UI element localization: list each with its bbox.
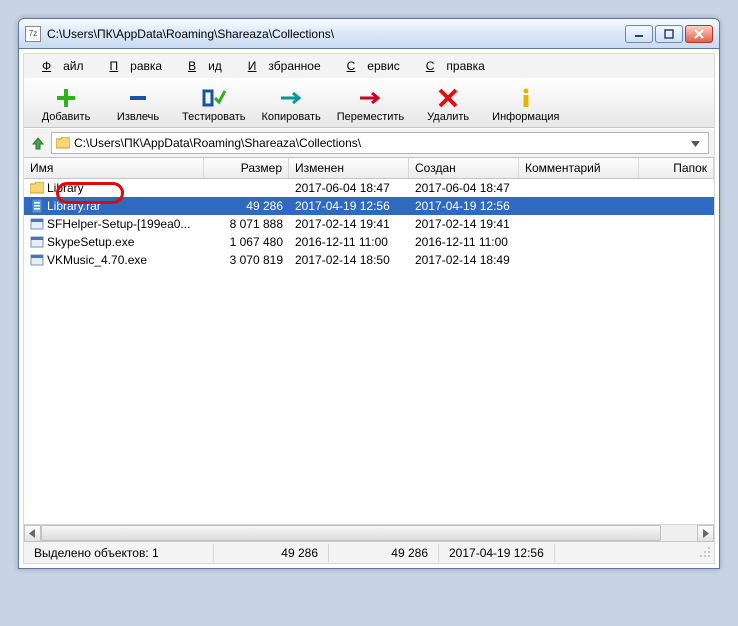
file-name: Library.rar bbox=[47, 199, 101, 213]
delete-button[interactable]: Удалить bbox=[412, 83, 484, 125]
exe-icon bbox=[30, 235, 44, 249]
file-modified: 2017-02-14 19:41 bbox=[289, 216, 409, 232]
titlebar[interactable]: 7z C:\Users\ПК\AppData\Roaming\Shareaza\… bbox=[19, 19, 719, 49]
file-modified: 2017-06-04 18:47 bbox=[289, 180, 409, 196]
scroll-thumb[interactable] bbox=[41, 525, 661, 541]
exe-icon bbox=[30, 253, 44, 267]
copy-icon bbox=[278, 85, 304, 111]
resize-grip-icon[interactable] bbox=[698, 545, 714, 561]
maximize-button[interactable] bbox=[655, 25, 683, 43]
minus-icon bbox=[125, 85, 151, 111]
status-size1: 49 286 bbox=[214, 544, 329, 562]
file-created: 2017-04-19 12:56 bbox=[409, 198, 519, 214]
file-size: 8 071 888 bbox=[204, 216, 289, 232]
move-icon bbox=[357, 85, 383, 111]
col-folders[interactable]: Папок bbox=[639, 158, 714, 178]
close-button[interactable] bbox=[685, 25, 713, 43]
test-label: Тестировать bbox=[182, 111, 246, 123]
file-name: SkypeSetup.exe bbox=[47, 235, 134, 249]
toolbar: Добавить Извлечь Тестировать Копировать … bbox=[24, 78, 714, 128]
file-row[interactable]: SkypeSetup.exe1 067 4802016-12-11 11:002… bbox=[24, 233, 714, 251]
scroll-left-button[interactable] bbox=[24, 525, 41, 542]
file-row[interactable]: Library.rar49 2862017-04-19 12:562017-04… bbox=[24, 197, 714, 215]
file-created: 2017-02-14 18:49 bbox=[409, 252, 519, 268]
info-button[interactable]: Информация bbox=[484, 83, 567, 125]
file-size: 1 067 480 bbox=[204, 234, 289, 250]
extract-button[interactable]: Извлечь bbox=[102, 83, 174, 125]
statusbar: Выделено объектов: 1 49 286 49 286 2017-… bbox=[24, 541, 714, 563]
file-modified: 2016-12-11 11:00 bbox=[289, 234, 409, 250]
add-label: Добавить bbox=[42, 111, 91, 123]
copy-button[interactable]: Копировать bbox=[254, 83, 329, 125]
file-row[interactable]: VKMusic_4.70.exe 3 070 8192017-02-14 18:5… bbox=[24, 251, 714, 269]
move-button[interactable]: Переместить bbox=[329, 83, 412, 125]
menu-file[interactable]: Файл bbox=[30, 57, 96, 75]
file-created: 2017-02-14 19:41 bbox=[409, 216, 519, 232]
copy-label: Копировать bbox=[262, 111, 321, 123]
file-name: SFHelper-Setup-[199ea0... bbox=[47, 217, 190, 231]
status-selection: Выделено объектов: 1 bbox=[24, 544, 214, 562]
menu-tools[interactable]: Сервис bbox=[335, 57, 412, 75]
file-row[interactable]: SFHelper-Setup-[199ea0...8 071 8882017-0… bbox=[24, 215, 714, 233]
file-created: 2017-06-04 18:47 bbox=[409, 180, 519, 196]
col-comment[interactable]: Комментарий bbox=[519, 158, 639, 178]
path-text: C:\Users\ПК\AppData\Roaming\Shareaza\Col… bbox=[74, 136, 361, 150]
col-created[interactable]: Создан bbox=[409, 158, 519, 178]
file-row[interactable]: Library 2017-06-04 18:472017-06-04 18:47 bbox=[24, 179, 714, 197]
col-size[interactable]: Размер bbox=[204, 158, 289, 178]
rar-icon bbox=[30, 199, 44, 213]
up-one-level-button[interactable] bbox=[29, 134, 47, 152]
file-created: 2016-12-11 11:00 bbox=[409, 234, 519, 250]
folder-icon bbox=[30, 181, 44, 195]
status-size2: 49 286 bbox=[329, 544, 439, 562]
file-modified: 2017-02-14 18:50 bbox=[289, 252, 409, 268]
add-button[interactable]: Добавить bbox=[30, 83, 102, 125]
test-icon bbox=[201, 85, 227, 111]
window-title: C:\Users\ПК\AppData\Roaming\Shareaza\Col… bbox=[47, 27, 625, 41]
menu-edit[interactable]: Правка bbox=[98, 57, 175, 75]
info-icon bbox=[513, 85, 539, 111]
file-list[interactable]: Library2017-06-04 18:472017-06-04 18:47L… bbox=[24, 179, 714, 524]
folder-icon bbox=[56, 136, 70, 150]
path-field[interactable]: C:\Users\ПК\AppData\Roaming\Shareaza\Col… bbox=[51, 132, 709, 154]
scroll-right-button[interactable] bbox=[697, 525, 714, 542]
file-name: Library bbox=[47, 181, 84, 195]
delete-icon bbox=[435, 85, 461, 111]
path-dropdown-button[interactable] bbox=[687, 136, 704, 150]
menu-favorites[interactable]: Избранное bbox=[236, 57, 333, 75]
menubar: Файл Правка Вид Избранное Сервис Справка bbox=[24, 54, 714, 78]
file-name: VKMusic_4.70.exe bbox=[47, 253, 147, 267]
col-modified[interactable]: Изменен bbox=[289, 158, 409, 178]
horizontal-scrollbar[interactable] bbox=[24, 524, 714, 541]
app-icon: 7z bbox=[25, 26, 41, 42]
app-window: 7z C:\Users\ПК\AppData\Roaming\Shareaza\… bbox=[18, 18, 720, 569]
test-button[interactable]: Тестировать bbox=[174, 83, 254, 125]
column-headers: Имя Размер Изменен Создан Комментарий Па… bbox=[24, 158, 714, 179]
extract-label: Извлечь bbox=[117, 111, 159, 123]
file-size bbox=[204, 187, 289, 189]
scroll-track[interactable] bbox=[41, 525, 697, 541]
menu-help[interactable]: Справка bbox=[414, 57, 497, 75]
plus-icon bbox=[53, 85, 79, 111]
status-date: 2017-04-19 12:56 bbox=[439, 544, 555, 562]
info-label: Информация bbox=[492, 111, 559, 123]
menu-view[interactable]: Вид bbox=[176, 57, 234, 75]
pathbar: C:\Users\ПК\AppData\Roaming\Shareaza\Col… bbox=[24, 128, 714, 158]
file-modified: 2017-04-19 12:56 bbox=[289, 198, 409, 214]
delete-label: Удалить bbox=[427, 111, 469, 123]
exe-icon bbox=[30, 217, 44, 231]
move-label: Переместить bbox=[337, 111, 404, 123]
col-name[interactable]: Имя bbox=[24, 158, 204, 178]
file-size: 49 286 bbox=[204, 198, 289, 214]
minimize-button[interactable] bbox=[625, 25, 653, 43]
file-size: 3 070 819 bbox=[204, 252, 289, 268]
